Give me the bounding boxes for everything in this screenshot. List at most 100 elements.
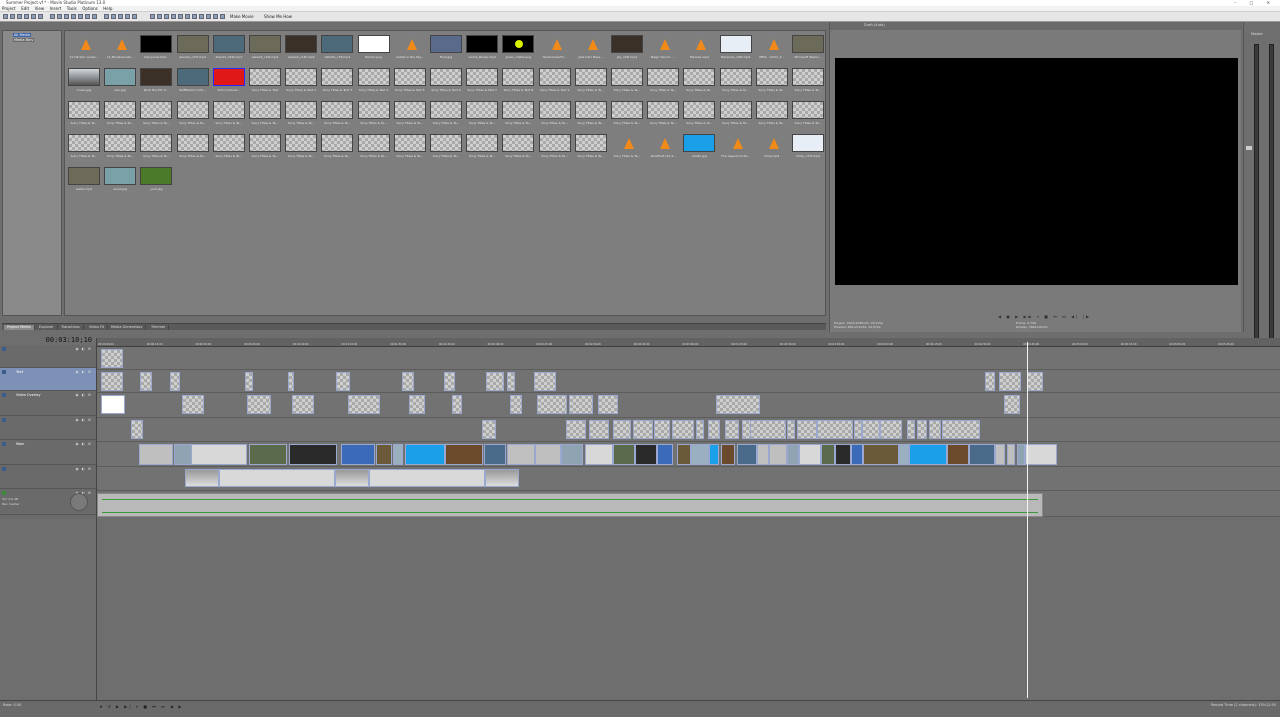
timeline-clip[interactable] [101, 372, 123, 391]
media-thumbnail[interactable]: Rock the Mic S... [139, 68, 173, 98]
track-header[interactable]: ◉ ◐ ⚙ [0, 345, 96, 368]
timeline-clip[interactable] [613, 420, 631, 439]
timeline-clip[interactable] [131, 420, 143, 439]
toolbar-tool-icon[interactable] [192, 14, 197, 19]
media-thumbnail[interactable]: Sony Titles & Te... [320, 101, 354, 131]
media-thumbnail[interactable]: wood.jpg [103, 167, 137, 197]
media-thumbnail[interactable]: Sony Titles & Te... [248, 134, 282, 164]
media-thumbnail[interactable]: Sony Titles & Te... [139, 101, 173, 131]
timeline-clip[interactable] [862, 420, 880, 439]
timeline-clip[interactable] [484, 444, 506, 465]
media-thumbnail[interactable]: Alexis3_c12t.mp4 [248, 35, 282, 65]
timeline-clip[interactable] [716, 395, 760, 414]
media-thumbnail[interactable]: Alexis1_c07t.mp4 [176, 35, 210, 65]
timeline-clip[interactable] [585, 444, 613, 465]
timeline-clip[interactable] [249, 444, 287, 465]
toolbar-tool-icon[interactable] [118, 14, 123, 19]
media-thumbnail[interactable]: ocean.jpg [67, 68, 101, 98]
media-thumbnail[interactable]: Sony Titles & Te... [357, 134, 391, 164]
media-thumbnail[interactable]: Sony Titles & Te... [646, 101, 680, 131]
timeline-clip[interactable] [672, 420, 694, 439]
toolbar-tool-icon[interactable] [206, 14, 211, 19]
timeline-clip[interactable] [1004, 395, 1020, 414]
preview-quality-dropdown[interactable]: Draft (Auto) [864, 23, 885, 27]
timeline-clip[interactable] [405, 444, 445, 465]
media-thumbnail[interactable]: Sony Titles & Te... [429, 134, 463, 164]
toolbar-tool-icon[interactable] [125, 14, 130, 19]
timeline-clip[interactable] [589, 420, 609, 439]
timeline-clip[interactable] [947, 444, 969, 465]
media-thumbnail[interactable]: Alexis2_c09t.mp4 [212, 35, 246, 65]
media-thumbnail[interactable]: green_matte.png [501, 35, 535, 65]
media-thumbnail[interactable]: Sony Titles & Te... [610, 68, 644, 98]
timeline-clip[interactable] [537, 395, 567, 414]
media-thumbnail[interactable]: Sony Titles & Text 2 [284, 68, 318, 98]
toolbar-tool-icon[interactable] [164, 14, 169, 19]
media-thumbnail[interactable]: Sony Titles & Te... [103, 134, 137, 164]
track-header[interactable]: ◉ ◐ ⚙ [0, 416, 96, 440]
media-thumbnail[interactable]: Unity.mp4 [755, 134, 789, 164]
timeline-clip[interactable] [598, 395, 618, 414]
media-thumbnail[interactable]: Jazz Intro Bass... [574, 35, 608, 65]
toolbar-tool-icon[interactable] [57, 14, 62, 19]
timeline-clip[interactable] [185, 469, 219, 487]
media-thumbnail[interactable]: Sony Titles & Te... [755, 101, 789, 131]
timeline-clip[interactable] [677, 444, 691, 465]
media-thumbnail[interactable]: Sony Titles & Te... [610, 101, 644, 131]
timeline-clip[interactable] [445, 444, 483, 465]
toolbar-tool-icon[interactable] [71, 14, 76, 19]
timeline-clip[interactable] [863, 444, 899, 465]
track-header[interactable]: Text ◉ ◐ ⚙ [0, 368, 96, 391]
timeline-clip[interactable] [737, 444, 757, 465]
toolbar-tool-icon[interactable] [185, 14, 190, 19]
timeline-clip[interactable] [336, 372, 350, 391]
tab-trimmer[interactable]: Trimmer [148, 325, 170, 330]
timeline-clip[interactable] [101, 349, 123, 368]
timeline-clip[interactable] [757, 444, 769, 465]
track-name[interactable]: Video Overlay [16, 393, 41, 397]
toolbar-tool-icon[interactable] [38, 14, 43, 19]
timeline-clip[interactable] [821, 444, 835, 465]
media-thumbnail[interactable]: Alexis4_c16t.mp4 [284, 35, 318, 65]
media-thumbnail[interactable]: Sony Titles & Te... [284, 134, 318, 164]
media-thumbnail[interactable]: Mariposa_c09t.mp4 [719, 35, 753, 65]
timeline-clip[interactable] [140, 372, 152, 391]
media-thumbnail[interactable]: Sony Titles & Te... [719, 101, 753, 131]
timeline-clip[interactable] [787, 420, 795, 439]
timeline-clip[interactable] [835, 444, 851, 465]
timeline-clip[interactable] [709, 444, 719, 465]
make-movie-button[interactable]: Make Movie [230, 13, 254, 21]
toolbar-tool-icon[interactable] [132, 14, 137, 19]
toolbar-tool-icon[interactable] [111, 14, 116, 19]
timeline-clip[interactable] [1025, 444, 1057, 465]
track-header[interactable]: ◉ ◐ ⚙ Vol: 0.0 dB Pan: Center [0, 489, 96, 515]
timeline-clip[interactable] [909, 444, 947, 465]
media-thumbnail[interactable]: water.mp4 [67, 167, 101, 197]
media-thumbnail[interactable]: Sony Titles & Te... [465, 134, 499, 164]
media-thumbnail[interactable]: Sony Titles & Text 6 [429, 68, 463, 98]
toolbar-tool-icon[interactable] [50, 14, 55, 19]
timeline-clip[interactable] [182, 395, 204, 414]
media-thumbnail[interactable]: Sony Titles & Text 3 [320, 68, 354, 98]
timeline-clip[interactable] [917, 420, 927, 439]
media-thumbnail[interactable]: MMA - Victor_T... [755, 35, 789, 65]
timeline-clip[interactable] [486, 372, 504, 391]
media-thumbnail[interactable]: Final.jpg [429, 35, 463, 65]
master-fader-left[interactable] [1246, 146, 1252, 150]
media-thumbnail[interactable]: Sony Titles & Te... [682, 101, 716, 131]
timeline-clip[interactable] [569, 395, 593, 414]
media-thumbnail[interactable]: Sony Titles & Te... [574, 68, 608, 98]
timeline-clip[interactable] [696, 420, 704, 439]
timeline-clip[interactable] [452, 395, 462, 414]
media-thumbnail[interactable]: Sony Titles & Te... [574, 134, 608, 164]
timeline-clip[interactable] [335, 469, 369, 487]
toolbar-tool-icon[interactable] [3, 14, 8, 19]
media-thumbnail[interactable]: Microsoft Teams... [791, 35, 825, 65]
timeline-clip[interactable] [247, 395, 271, 414]
toolbar-tool-icon[interactable] [78, 14, 83, 19]
timeline-clip[interactable] [292, 395, 314, 414]
toolbar-tool-icon[interactable] [213, 14, 218, 19]
timeline-clip[interactable] [851, 444, 863, 465]
media-thumbnail[interactable]: Sony Titles & Te... [284, 101, 318, 131]
timeline-clip[interactable] [393, 444, 403, 465]
